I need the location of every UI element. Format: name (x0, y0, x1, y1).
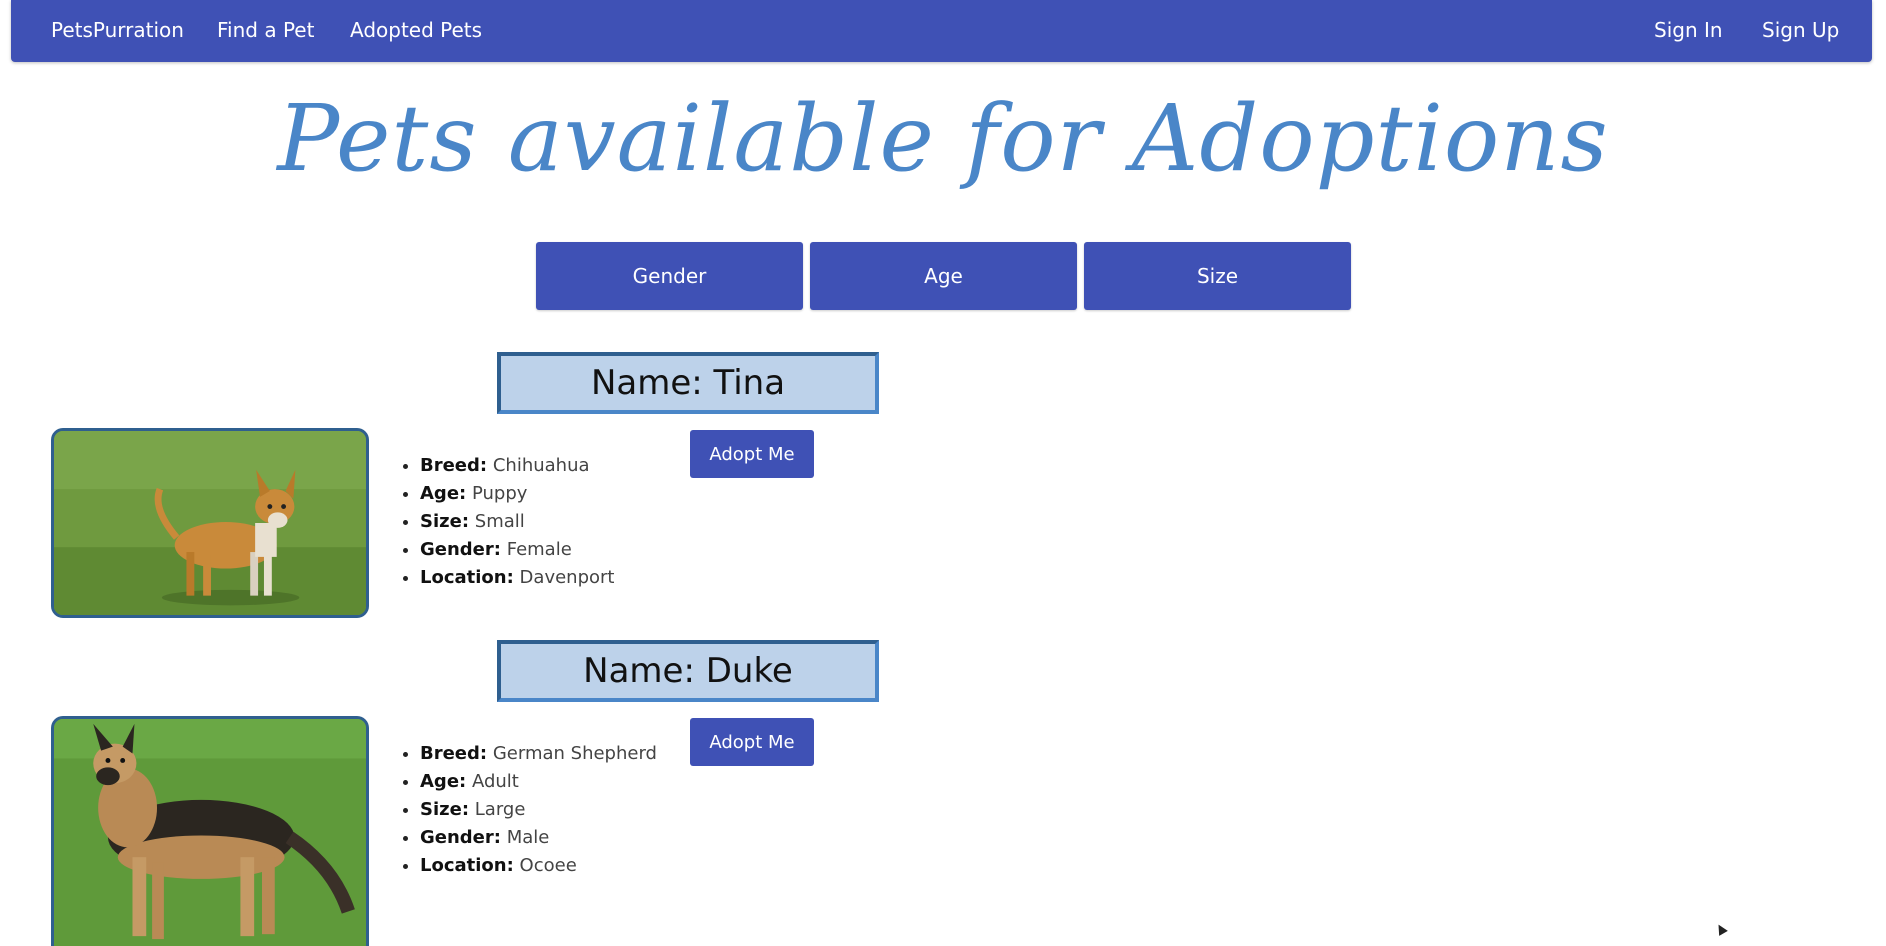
filter-age-button[interactable]: Age (810, 242, 1077, 310)
detail-size: Size: Large (420, 796, 657, 824)
detail-size: Size: Small (420, 508, 614, 536)
filter-gender-button[interactable]: Gender (536, 242, 803, 310)
pet-card-tina: Name: Tina Adopt Me Breed: C (0, 352, 900, 652)
pet-details-list: Breed: German Shepherd Age: Adult Size: … (396, 740, 657, 880)
detail-location: Location: Davenport (420, 564, 614, 592)
pet-name-box: Name: Duke (497, 640, 879, 702)
pet-details-list: Breed: Chihuahua Age: Puppy Size: Small … (396, 452, 614, 592)
adopt-me-button-tina[interactable]: Adopt Me (690, 430, 814, 478)
filter-size-button[interactable]: Size (1084, 242, 1351, 310)
page-title: Pets available for Adoptions (277, 85, 1609, 192)
german-shepherd-image (54, 719, 366, 946)
detail-breed: Breed: Chihuahua (420, 452, 614, 480)
nav-find-a-pet[interactable]: Find a Pet (217, 18, 314, 42)
mouse-cursor-icon (1714, 922, 1728, 936)
chihuahua-image (54, 431, 366, 615)
pet-photo-chihuahua (51, 428, 369, 618)
sign-in-link[interactable]: Sign In (1654, 18, 1723, 42)
pet-card-duke: Name: Duke Adopt Me Breed: German S (0, 640, 900, 946)
detail-gender: Gender: Female (420, 536, 614, 564)
pet-name-box: Name: Tina (497, 352, 879, 414)
nav-adopted-pets[interactable]: Adopted Pets (350, 18, 482, 42)
pet-photo-german-shepherd (51, 716, 369, 946)
detail-gender: Gender: Male (420, 824, 657, 852)
detail-breed: Breed: German Shepherd (420, 740, 657, 768)
top-navbar: PetsPurration Find a Pet Adopted Pets Si… (11, 0, 1872, 62)
brand-link[interactable]: PetsPurration (51, 18, 184, 42)
sign-up-link[interactable]: Sign Up (1762, 18, 1839, 42)
detail-location: Location: Ocoee (420, 852, 657, 880)
adopt-me-button-duke[interactable]: Adopt Me (690, 718, 814, 766)
detail-age: Age: Adult (420, 768, 657, 796)
detail-age: Age: Puppy (420, 480, 614, 508)
